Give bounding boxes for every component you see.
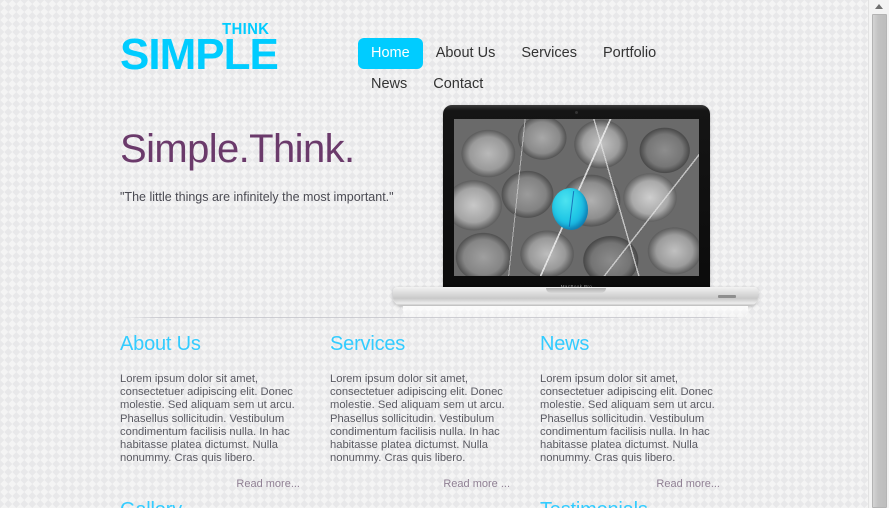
laptop-lid: MacBook Pro <box>443 105 710 291</box>
main-navigation: Home About Us Services Portfolio News Co… <box>358 38 693 100</box>
hero-section: Simple.Think. "The little things are inf… <box>0 105 868 320</box>
bottom-sections: Gallery Testimonials <box>120 498 750 508</box>
testimonials-section: Testimonials <box>540 498 648 508</box>
gallery-section: Gallery <box>120 498 540 508</box>
scrollbar-thumb[interactable] <box>872 14 887 508</box>
read-more-link-news[interactable]: Read more... <box>540 478 724 490</box>
hero-text-block: Simple.Think. "The little things are inf… <box>120 126 400 206</box>
column-body-about-us: Lorem ipsum dolor sit amet, consectetuer… <box>120 373 295 465</box>
laptop-screen <box>454 119 699 276</box>
nav-item: Home <box>358 38 423 69</box>
chevron-up-icon <box>875 3 883 9</box>
nav-item: Contact <box>420 69 496 100</box>
hero-tagline: "The little things are infinitely the mo… <box>120 190 394 204</box>
site-header: THINK SIMPLE Home About Us Services Port… <box>0 0 868 110</box>
nav-item: News <box>358 69 420 100</box>
column-about-us: About Us Lorem ipsum dolor sit amet, con… <box>120 332 330 490</box>
logo-simple-text: SIMPLE <box>120 30 279 79</box>
nav-link-home[interactable]: Home <box>358 38 423 69</box>
scroll-up-button[interactable] <box>869 0 889 12</box>
nav-link-services[interactable]: Services <box>508 38 590 69</box>
page-canvas: THINK SIMPLE Home About Us Services Port… <box>0 0 868 508</box>
nav-link-contact[interactable]: Contact <box>420 69 496 100</box>
nav-item: Services <box>508 38 590 69</box>
nav-link-portfolio[interactable]: Portfolio <box>590 38 669 69</box>
column-news: News Lorem ipsum dolor sit amet, consect… <box>540 332 750 490</box>
section-divider <box>120 317 745 318</box>
column-heading-news: News <box>540 333 590 355</box>
column-body-news: Lorem ipsum dolor sit amet, consectetuer… <box>540 373 715 465</box>
section-heading-testimonials: Testimonials <box>540 498 648 508</box>
column-body-services: Lorem ipsum dolor sit amet, consectetuer… <box>330 373 505 465</box>
hero-title: Simple.Think. <box>120 127 355 171</box>
section-heading-gallery: Gallery <box>120 498 540 508</box>
highlighted-blue-leaf <box>552 188 588 231</box>
vertical-scrollbar[interactable] <box>868 0 889 508</box>
laptop-base <box>393 287 758 306</box>
feature-columns: About Us Lorem ipsum dolor sit amet, con… <box>120 332 750 490</box>
nav-link-about-us[interactable]: About Us <box>423 38 509 69</box>
nav-list: Home About Us Services Portfolio News Co… <box>358 38 693 100</box>
column-heading-about-us: About Us <box>120 333 201 355</box>
laptop-port <box>718 295 736 298</box>
site-logo[interactable]: THINK SIMPLE <box>120 22 279 82</box>
nav-item: Portfolio <box>590 38 669 69</box>
nav-link-news[interactable]: News <box>358 69 420 100</box>
laptop-notch <box>545 288 606 293</box>
read-more-link-services[interactable]: Read more ... <box>330 478 514 490</box>
column-services: Services Lorem ipsum dolor sit amet, con… <box>330 332 540 490</box>
nav-item: About Us <box>423 38 509 69</box>
hero-laptop-image: MacBook Pro <box>393 105 758 320</box>
column-heading-services: Services <box>330 333 406 355</box>
read-more-link-about-us[interactable]: Read more... <box>120 478 304 490</box>
